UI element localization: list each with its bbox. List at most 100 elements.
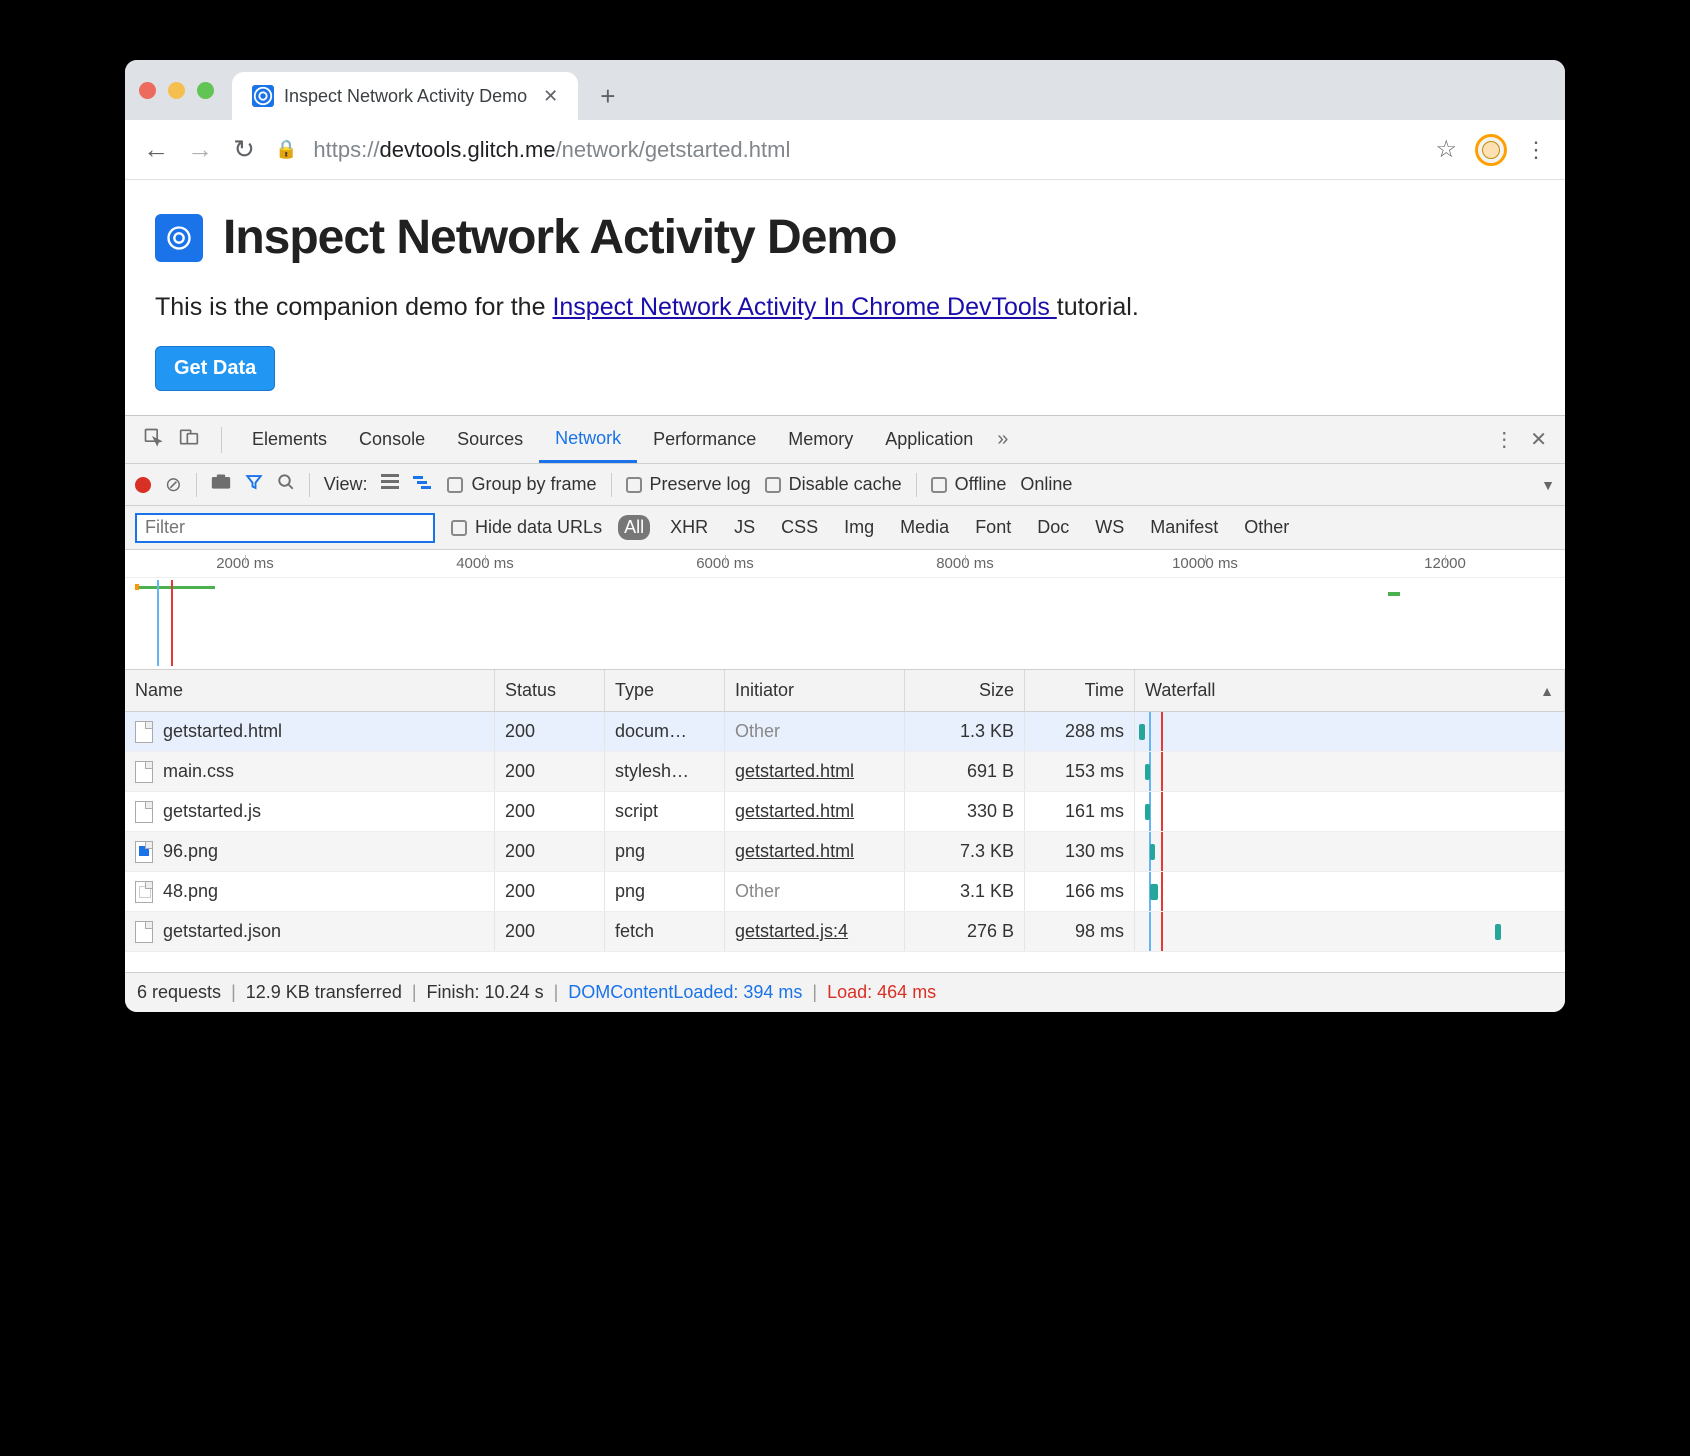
large-rows-icon[interactable] <box>381 473 399 496</box>
get-data-button[interactable]: Get Data <box>155 346 275 391</box>
intro-link[interactable]: Inspect Network Activity In Chrome DevTo… <box>552 293 1056 321</box>
browser-menu-button[interactable]: ⋮ <box>1525 137 1547 163</box>
table-row[interactable]: getstarted.js200scriptgetstarted.html330… <box>125 792 1565 832</box>
tab-strip: Inspect Network Activity Demo ✕ + <box>125 60 1565 120</box>
more-panels-button[interactable]: » <box>989 428 1016 451</box>
back-button[interactable]: ← <box>143 134 169 165</box>
type-filter-other[interactable]: Other <box>1238 515 1295 540</box>
record-button[interactable] <box>135 477 151 493</box>
type-filter-manifest[interactable]: Manifest <box>1144 515 1224 540</box>
cell-initiator[interactable]: getstarted.js:4 <box>735 921 848 942</box>
devtools-tabs: ElementsConsoleSourcesNetworkPerformance… <box>125 416 1565 464</box>
file-name: getstarted.html <box>163 721 282 742</box>
panel-tab-elements[interactable]: Elements <box>236 416 343 463</box>
cell-initiator[interactable]: getstarted.html <box>735 761 854 782</box>
type-filter-img[interactable]: Img <box>838 515 880 540</box>
page-heading: Inspect Network Activity Demo <box>155 210 1535 265</box>
group-by-frame-checkbox[interactable]: Group by frame <box>447 474 596 495</box>
panel-tab-memory[interactable]: Memory <box>772 416 869 463</box>
cell-waterfall <box>1135 752 1565 791</box>
type-filter-xhr[interactable]: XHR <box>664 515 714 540</box>
minimize-window-button[interactable] <box>168 82 185 99</box>
cell-initiator[interactable]: getstarted.html <box>735 841 854 862</box>
cell-status: 200 <box>495 792 605 831</box>
cell-waterfall <box>1135 912 1565 951</box>
devtools-menu-button[interactable]: ⋮ <box>1486 427 1522 452</box>
type-filter-all[interactable]: All <box>618 515 650 540</box>
panel-tab-sources[interactable]: Sources <box>441 416 539 463</box>
stat-dcl: DOMContentLoaded: 394 ms <box>568 982 802 1003</box>
table-row[interactable]: getstarted.html200docum…Other1.3 KB288 m… <box>125 712 1565 752</box>
panel-tab-application[interactable]: Application <box>869 416 989 463</box>
offline-checkbox[interactable]: Offline <box>931 474 1007 495</box>
device-toolbar-icon[interactable] <box>171 427 207 453</box>
type-filter-js[interactable]: JS <box>728 515 761 540</box>
col-name[interactable]: Name <box>125 670 495 711</box>
file-name: 48.png <box>163 881 218 902</box>
waterfall-view-icon[interactable] <box>413 473 433 496</box>
cell-initiator: Other <box>735 881 780 902</box>
online-label[interactable]: Online <box>1020 474 1072 495</box>
cell-size: 1.3 KB <box>905 712 1025 751</box>
capture-screenshots-icon[interactable] <box>211 473 231 496</box>
clear-button[interactable]: ⊘ <box>165 472 182 497</box>
forward-button[interactable]: → <box>187 134 213 165</box>
col-waterfall[interactable]: Waterfall▲ <box>1135 670 1565 711</box>
cell-status: 200 <box>495 712 605 751</box>
view-label: View: <box>324 474 368 495</box>
favicon-icon <box>252 85 274 107</box>
browser-tab[interactable]: Inspect Network Activity Demo ✕ <box>232 72 578 120</box>
cell-size: 691 B <box>905 752 1025 791</box>
new-tab-button[interactable]: + <box>578 72 637 120</box>
bookmark-button[interactable]: ☆ <box>1435 135 1457 164</box>
cell-time: 98 ms <box>1025 912 1135 951</box>
type-filter-css[interactable]: CSS <box>775 515 824 540</box>
panel-tab-network[interactable]: Network <box>539 416 637 463</box>
col-type[interactable]: Type <box>605 670 725 711</box>
type-filter-doc[interactable]: Doc <box>1031 515 1075 540</box>
cell-size: 3.1 KB <box>905 872 1025 911</box>
window-controls <box>139 60 232 120</box>
type-filter-media[interactable]: Media <box>894 515 955 540</box>
col-initiator[interactable]: Initiator <box>725 670 905 711</box>
table-row[interactable]: getstarted.json200fetchgetstarted.js:427… <box>125 912 1565 952</box>
cell-status: 200 <box>495 832 605 871</box>
cell-time: 288 ms <box>1025 712 1135 751</box>
inspect-element-icon[interactable] <box>135 427 171 453</box>
network-table-header: Name Status Type Initiator Size Time Wat… <box>125 670 1565 712</box>
panel-tab-console[interactable]: Console <box>343 416 441 463</box>
file-name: getstarted.json <box>163 921 281 942</box>
address-bar[interactable]: 🔒 https://devtools.glitch.me/network/get… <box>275 137 1417 163</box>
table-row[interactable]: 48.png200pngOther3.1 KB166 ms <box>125 872 1565 912</box>
panel-tab-performance[interactable]: Performance <box>637 416 772 463</box>
filter-input[interactable] <box>135 513 435 543</box>
throttling-dropdown-icon[interactable]: ▼ <box>1541 477 1555 493</box>
col-status[interactable]: Status <box>495 670 605 711</box>
col-size[interactable]: Size <box>905 670 1025 711</box>
col-time[interactable]: Time <box>1025 670 1135 711</box>
cell-initiator[interactable]: getstarted.html <box>735 801 854 822</box>
type-filter-ws[interactable]: WS <box>1089 515 1130 540</box>
cell-size: 330 B <box>905 792 1025 831</box>
lock-icon: 🔒 <box>275 139 297 160</box>
maximize-window-button[interactable] <box>197 82 214 99</box>
search-icon[interactable] <box>277 473 295 497</box>
timeline-overview[interactable]: 2000 ms4000 ms6000 ms8000 ms10000 ms1200… <box>125 550 1565 670</box>
stat-transferred: 12.9 KB transferred <box>246 982 402 1003</box>
disable-cache-checkbox[interactable]: Disable cache <box>765 474 902 495</box>
profile-avatar[interactable] <box>1475 134 1507 166</box>
table-row[interactable]: main.css200stylesh…getstarted.html691 B1… <box>125 752 1565 792</box>
timeline-tick: 10000 ms <box>1085 555 1325 572</box>
timeline-tick: 8000 ms <box>845 555 1085 572</box>
table-row[interactable]: 96.png200pnggetstarted.html7.3 KB130 ms <box>125 832 1565 872</box>
reload-button[interactable]: ↻ <box>231 134 257 165</box>
file-icon <box>135 841 153 863</box>
devtools-close-button[interactable]: ✕ <box>1522 427 1555 452</box>
close-tab-button[interactable]: ✕ <box>537 86 558 107</box>
network-table-body: getstarted.html200docum…Other1.3 KB288 m… <box>125 712 1565 972</box>
type-filter-font[interactable]: Font <box>969 515 1017 540</box>
hide-data-urls-checkbox[interactable]: Hide data URLs <box>451 517 602 538</box>
preserve-log-checkbox[interactable]: Preserve log <box>626 474 751 495</box>
close-window-button[interactable] <box>139 82 156 99</box>
filter-toggle-icon[interactable] <box>245 473 263 497</box>
